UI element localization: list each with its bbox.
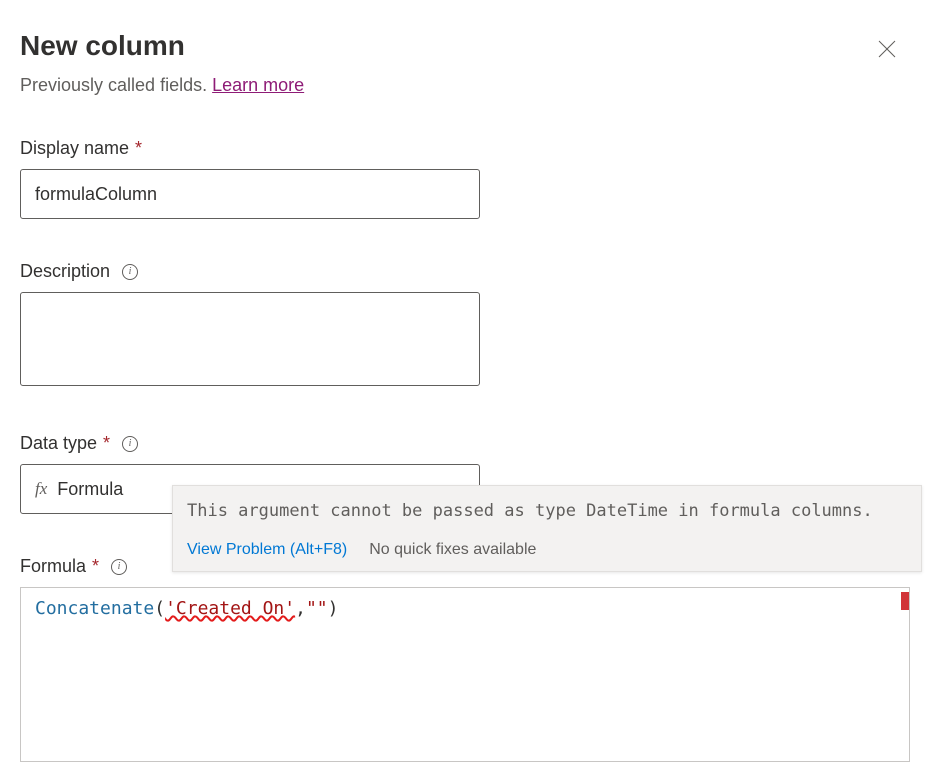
token-arg-error: 'Created On' xyxy=(165,598,295,619)
formula-editor[interactable]: Concatenate('Created On',"") xyxy=(20,587,910,762)
display-name-label-text: Display name xyxy=(20,138,129,159)
data-type-label-text: Data type xyxy=(20,433,97,454)
display-name-input[interactable] xyxy=(20,169,480,219)
error-tooltip: This argument cannot be passed as type D… xyxy=(172,485,922,572)
info-icon[interactable]: i xyxy=(122,436,138,452)
description-label: Description i xyxy=(20,261,910,282)
view-problem-link[interactable]: View Problem (Alt+F8) xyxy=(187,541,347,559)
close-button[interactable] xyxy=(874,36,900,65)
token-function: Concatenate xyxy=(35,598,154,619)
error-tooltip-message: This argument cannot be passed as type D… xyxy=(173,486,921,533)
token-close-paren: ) xyxy=(328,598,339,619)
fx-icon: fx xyxy=(35,479,47,499)
info-icon[interactable]: i xyxy=(111,559,127,575)
required-asterisk: * xyxy=(135,138,142,159)
formula-code-line: Concatenate('Created On',"") xyxy=(35,598,895,619)
no-quick-fix-text: No quick fixes available xyxy=(369,541,536,559)
token-arg2: "" xyxy=(306,598,328,619)
token-open-paren: ( xyxy=(154,598,165,619)
data-type-label: Data type * i xyxy=(20,433,910,454)
token-comma: , xyxy=(295,598,306,619)
panel-subtitle-row: Previously called fields. Learn more xyxy=(20,75,910,96)
data-type-value: Formula xyxy=(57,479,123,500)
error-gutter-marker xyxy=(901,592,909,610)
description-input[interactable] xyxy=(20,292,480,386)
display-name-group: Display name * xyxy=(20,138,910,219)
panel-title: New column xyxy=(20,30,185,62)
learn-more-link[interactable]: Learn more xyxy=(212,75,304,95)
description-group: Description i xyxy=(20,261,910,391)
formula-label-text: Formula xyxy=(20,556,86,577)
required-asterisk: * xyxy=(103,433,110,454)
required-asterisk: * xyxy=(92,556,99,577)
description-label-text: Description xyxy=(20,261,110,282)
display-name-label: Display name * xyxy=(20,138,910,159)
info-icon[interactable]: i xyxy=(122,264,138,280)
formula-group: Formula * i This argument cannot be pass… xyxy=(20,556,910,762)
panel-subtitle: Previously called fields. xyxy=(20,75,207,95)
close-icon xyxy=(878,40,896,58)
